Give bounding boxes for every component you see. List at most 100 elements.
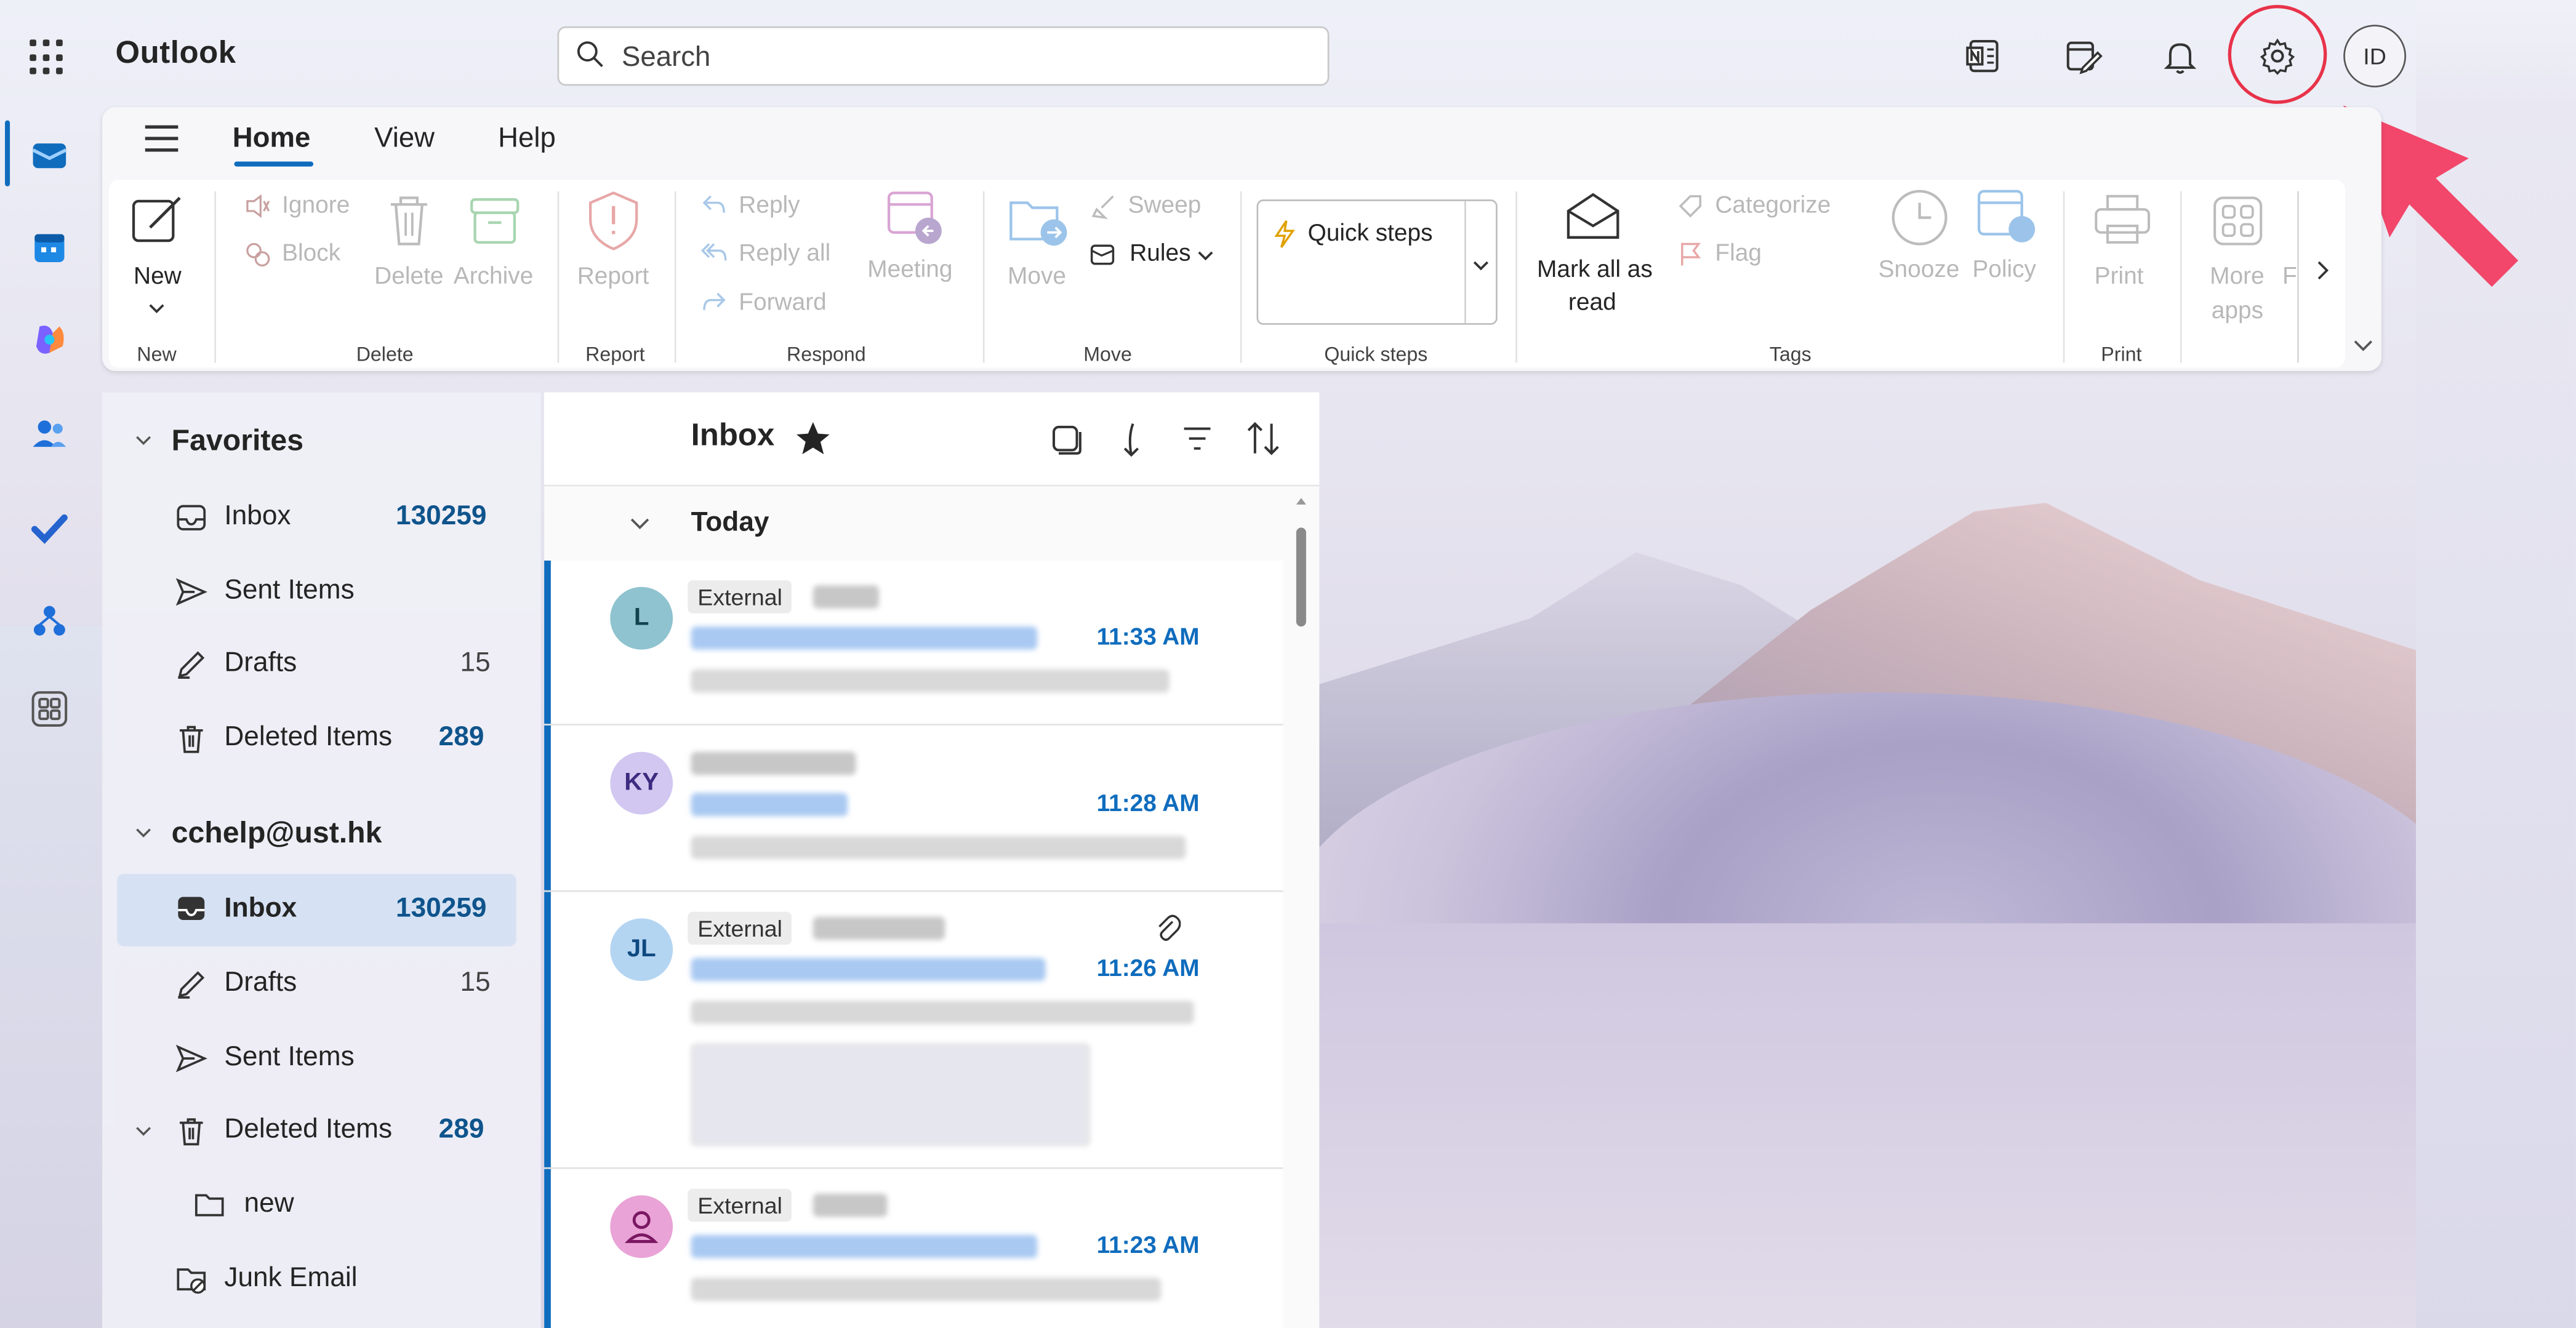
separator <box>1515 191 1517 363</box>
folder-item-new[interactable]: new <box>102 1172 541 1238</box>
tab-home[interactable]: Home <box>233 122 311 155</box>
message-item[interactable]: L External 11:33 AM <box>544 560 1283 726</box>
move-button[interactable]: Move <box>1008 264 1066 290</box>
folder-item-deleted[interactable]: Deleted Items 289 <box>102 1098 541 1164</box>
quick-steps-item[interactable]: Quick steps <box>1308 221 1433 247</box>
app-rail <box>0 0 102 1328</box>
folder-item-favorites-sent[interactable]: Sent Items <box>102 559 541 625</box>
tab-help[interactable]: Help <box>498 122 556 155</box>
ribbon-collapse-chevron-icon[interactable] <box>2352 337 2375 356</box>
more-apps-button-line2[interactable]: apps <box>2212 298 2263 325</box>
more-apps-icon[interactable] <box>30 689 69 729</box>
my-day-icon[interactable] <box>2063 36 2103 76</box>
sender-name <box>813 916 945 940</box>
reply-all-button[interactable]: Reply all <box>739 241 830 267</box>
scrollbar-thumb[interactable] <box>1296 527 1306 627</box>
folder-item-favorites-drafts[interactable]: Drafts 15 <box>102 631 541 697</box>
select-checkbox-icon[interactable] <box>1051 424 1084 457</box>
new-mail-icon[interactable] <box>130 191 187 247</box>
onenote-icon[interactable] <box>1964 36 2004 76</box>
message-item[interactable]: JL External 11:26 AM <box>544 892 1283 1169</box>
mark-all-read-button[interactable]: Mark all as <box>1537 257 1653 284</box>
archive-button[interactable]: Archive <box>454 264 534 290</box>
quick-steps-gallery[interactable] <box>1256 199 1498 325</box>
unread-count: 289 <box>438 1114 484 1145</box>
sweep-button[interactable]: Sweep <box>1128 193 1202 219</box>
scroll-up-arrow-icon[interactable] <box>1294 495 1307 508</box>
flag-button[interactable]: Flag <box>1715 241 1762 267</box>
group-label-print: Print <box>2101 343 2142 366</box>
account-header[interactable]: cchelp@ust.hk <box>102 799 541 865</box>
more-apps-button[interactable]: More <box>2210 264 2265 290</box>
chevron-down-icon[interactable] <box>628 514 652 534</box>
inbox-icon <box>178 897 205 920</box>
item-count: 15 <box>460 647 491 678</box>
chevron-right-icon[interactable] <box>2312 257 2332 284</box>
search-box[interactable]: Search <box>557 26 1330 86</box>
folder-item-sent[interactable]: Sent Items <box>102 1025 541 1091</box>
avatar <box>610 1195 673 1258</box>
junk-folder-icon <box>177 1268 206 1294</box>
forward-button[interactable]: Forward <box>739 290 826 317</box>
new-button[interactable]: New <box>134 264 182 290</box>
drafts-pencil-icon <box>178 651 205 679</box>
chevron-down-icon[interactable] <box>146 300 166 317</box>
clock-icon <box>1892 190 1948 246</box>
more-apps-grid-icon <box>2213 196 2263 246</box>
sort-icon[interactable] <box>1243 420 1283 457</box>
categorize-button[interactable]: Categorize <box>1715 193 1831 219</box>
hamburger-menu-icon[interactable] <box>145 125 179 152</box>
avatar: L <box>610 586 673 650</box>
sender-name <box>813 585 880 609</box>
message-item[interactable]: External 11:23 AM <box>544 1169 1283 1328</box>
message-list-pane: Inbox Today L External 11:33 AM KY 11:28… <box>544 392 1320 1328</box>
folder-item-favorites-deleted[interactable]: Deleted Items 289 <box>102 706 541 772</box>
chevron-down-icon[interactable] <box>134 823 153 842</box>
ignore-button[interactable]: Ignore <box>282 193 350 219</box>
page: { "app": { "title": "Outlook" }, "search… <box>0 0 2576 1328</box>
jump-to-icon[interactable] <box>1117 420 1146 460</box>
bell-icon[interactable] <box>2161 36 2200 76</box>
policy-button[interactable]: Policy <box>1972 257 2036 284</box>
chevron-down-icon[interactable] <box>1195 247 1215 264</box>
gear-icon[interactable] <box>2258 36 2297 76</box>
attachment-preview[interactable] <box>691 1043 1090 1146</box>
block-button[interactable]: Block <box>282 241 340 267</box>
meeting-button[interactable]: Meeting <box>867 257 952 284</box>
favorites-header[interactable]: Favorites <box>102 407 541 473</box>
star-icon[interactable] <box>795 420 831 457</box>
truncated-ribbon-item: F <box>2282 263 2297 290</box>
folder-item-junk[interactable]: Junk Email <box>102 1246 541 1312</box>
calendar-app-icon[interactable] <box>30 228 69 267</box>
app-launcher-icon[interactable] <box>30 39 66 76</box>
reply-button[interactable]: Reply <box>739 193 800 219</box>
account-avatar[interactable]: ID <box>2343 25 2406 87</box>
tab-view[interactable]: View <box>374 122 435 155</box>
shield-icon <box>589 191 638 250</box>
print-button[interactable]: Print <box>2095 264 2144 290</box>
delete-button[interactable]: Delete <box>374 264 443 290</box>
active-tab-underline <box>234 161 314 167</box>
message-item[interactable]: KY 11:28 AM <box>544 725 1283 892</box>
mail-app-icon[interactable] <box>30 135 69 175</box>
folder-item-favorites-inbox[interactable]: Inbox 130259 <box>102 485 541 551</box>
filter-icon[interactable] <box>1181 424 1214 454</box>
snooze-button[interactable]: Snooze <box>1879 257 1960 284</box>
report-button[interactable]: Report <box>577 264 649 290</box>
org-app-icon[interactable] <box>30 602 69 641</box>
reply-all-icon <box>700 243 727 261</box>
folder-item-drafts[interactable]: Drafts 15 <box>102 951 541 1017</box>
people-app-icon[interactable] <box>30 414 69 453</box>
chevron-down-icon[interactable] <box>134 430 153 450</box>
search-input[interactable]: Search <box>622 41 710 74</box>
mark-all-read-button-line2[interactable]: read <box>1568 290 1616 317</box>
copilot-app-icon[interactable] <box>30 320 69 359</box>
chevron-down-icon[interactable] <box>1471 257 1491 274</box>
rules-button[interactable]: Rules <box>1130 241 1190 267</box>
group-label-delete: Delete <box>356 343 414 366</box>
folder-item-inbox[interactable]: Inbox 130259 <box>117 873 516 946</box>
scrollbar[interactable] <box>1294 495 1307 1319</box>
todo-app-icon[interactable] <box>30 508 69 547</box>
sender-name <box>691 751 856 775</box>
chevron-down-icon[interactable] <box>134 1121 153 1141</box>
